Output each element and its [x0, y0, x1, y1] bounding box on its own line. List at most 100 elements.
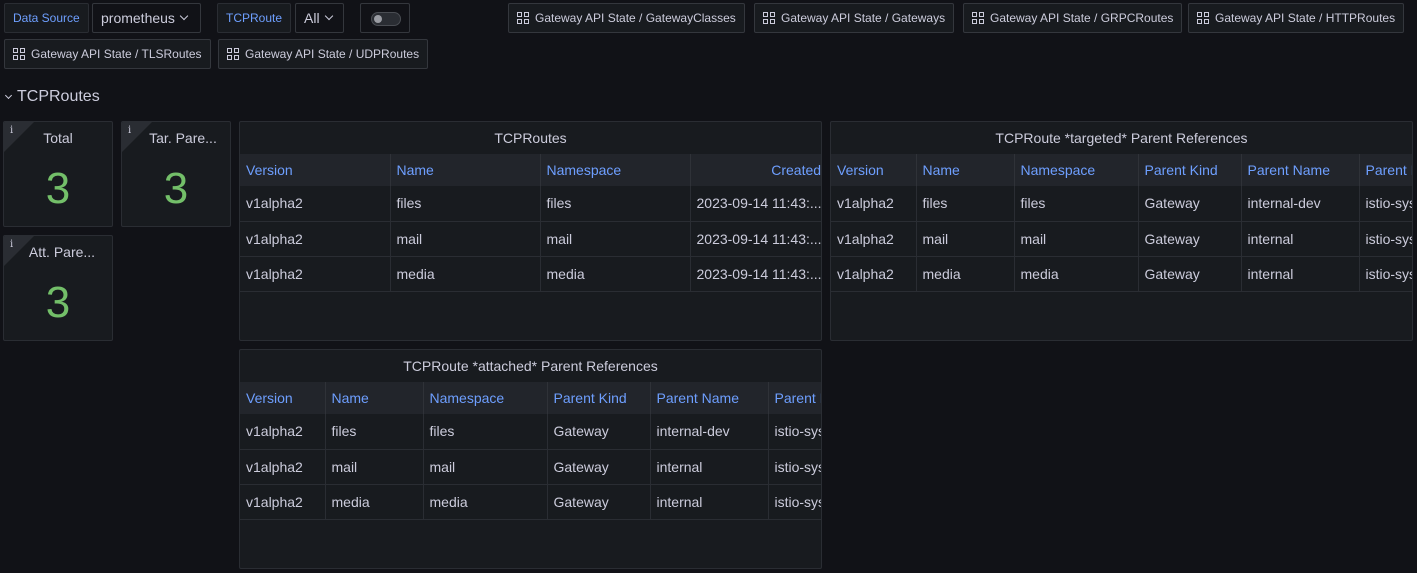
column-header[interactable]: Parent Name: [650, 382, 769, 414]
table-cell: v1alpha2: [831, 186, 917, 222]
link-grpcroutes[interactable]: Gateway API State / GRPCRoutes: [963, 3, 1183, 33]
tcproute-select[interactable]: All: [295, 3, 344, 33]
column-header[interactable]: Name: [390, 154, 541, 186]
table-cell: v1alpha2: [240, 484, 326, 520]
panel-tcproutes: TCPRoutes Version Name Namespace Created…: [239, 121, 822, 341]
stat-panel-targeted: i Tar. Pare... 3: [121, 121, 231, 227]
column-header[interactable]: Namespace: [1014, 154, 1139, 186]
stat-value: 3: [45, 164, 71, 213]
column-header[interactable]: Namespace: [540, 154, 691, 186]
column-header[interactable]: Version: [240, 382, 326, 414]
link-label: Gateway API State / GRPCRoutes: [990, 11, 1174, 25]
table-cell: istio-sys: [1359, 256, 1412, 292]
table-cell: istio-sys: [768, 414, 821, 450]
table-cell: Gateway: [547, 449, 651, 485]
link-label: Gateway API State / UDPRoutes: [245, 47, 420, 61]
link-gateways[interactable]: Gateway API State / Gateways: [754, 3, 955, 33]
table-header-row: Version Name Namespace Created A: [240, 154, 821, 186]
panel-attached-parent-refs: TCPRoute *attached* Parent References Ve…: [239, 349, 822, 569]
dashboard-grid-icon: [517, 12, 529, 24]
column-header[interactable]: Namespace: [423, 382, 548, 414]
column-header[interactable]: Name: [916, 154, 1015, 186]
stat-panel-attached: i Att. Pare... 3: [3, 235, 113, 341]
column-header[interactable]: Parent Name: [1241, 154, 1360, 186]
toggle-knob: [374, 15, 382, 23]
table-cell: files: [1014, 186, 1139, 222]
table-cell: mail: [540, 221, 691, 257]
column-header[interactable]: Parent Kind: [1138, 154, 1242, 186]
link-tlsroutes[interactable]: Gateway API State / TLSRoutes: [4, 39, 211, 69]
table-row: v1alpha2 files files Gateway internal-de…: [831, 186, 1412, 222]
table-cell: Gateway: [1138, 186, 1242, 222]
panel-targeted-parent-refs: TCPRoute *targeted* Parent References Ve…: [830, 121, 1413, 341]
dashboard-grid-icon: [13, 48, 25, 60]
panel-title: TCPRoute *attached* Parent References: [403, 358, 658, 374]
table-cell: 2023-09-14 11:43:...: [690, 221, 821, 257]
table-cell: istio-sys: [1359, 221, 1412, 257]
table-cell: media: [1014, 256, 1139, 292]
dashboard-grid-icon: [972, 12, 984, 24]
chevron-down-icon: [179, 11, 189, 21]
table-cell: mail: [325, 449, 424, 485]
table-cell: internal-dev: [1241, 186, 1360, 222]
column-header[interactable]: Parent Kind: [547, 382, 651, 414]
dashboard-grid-icon: [1197, 12, 1209, 24]
table-cell: v1alpha2: [240, 256, 391, 292]
column-header[interactable]: Parent I: [768, 382, 821, 414]
info-icon[interactable]: i: [10, 239, 13, 250]
table-cell: internal-dev: [650, 414, 769, 450]
row-header[interactable]: TCPRoutes: [4, 88, 100, 106]
tcproute-label: TCPRoute: [217, 3, 292, 33]
table-cell: files: [540, 186, 691, 222]
table-cell: internal: [1241, 221, 1360, 257]
column-header[interactable]: Parent I: [1359, 154, 1412, 186]
table-cell: media: [540, 256, 691, 292]
table-header-row: Version Name Namespace Parent Kind Paren…: [831, 154, 1412, 186]
datasource-label: Data Source: [4, 3, 89, 33]
datasource-value: prometheus: [101, 10, 175, 26]
toggle-switch[interactable]: [360, 3, 410, 33]
dashboard-grid-icon: [763, 12, 775, 24]
link-label: Gateway API State / TLSRoutes: [31, 47, 202, 61]
table-row: v1alpha2 media media Gateway internal is…: [240, 484, 821, 520]
table-cell: Gateway: [1138, 221, 1242, 257]
column-header[interactable]: Version: [240, 154, 391, 186]
table-cell: files: [325, 414, 424, 450]
link-udproutes[interactable]: Gateway API State / UDPRoutes: [218, 39, 429, 69]
info-icon[interactable]: i: [128, 125, 131, 136]
table-cell: internal: [1241, 256, 1360, 292]
column-header[interactable]: Version: [831, 154, 917, 186]
table-cell: internal: [650, 484, 769, 520]
table-cell: v1alpha2: [240, 449, 326, 485]
table-cell: v1alpha2: [831, 221, 917, 257]
dashboard-grid-icon: [227, 48, 239, 60]
table-cell: media: [325, 484, 424, 520]
table-cell: mail: [916, 221, 1015, 257]
link-label: Gateway API State / GatewayClasses: [535, 11, 736, 25]
tcproutes-table: Version Name Namespace Created A v1alpha…: [240, 154, 821, 292]
table-cell: Gateway: [1138, 256, 1242, 292]
panel-title: Att. Pare...: [28, 244, 96, 260]
table-cell: istio-sys: [768, 449, 821, 485]
stat-value: 3: [45, 278, 71, 327]
panel-title: TCPRoute *targeted* Parent References: [995, 130, 1248, 146]
table-cell: mail: [390, 221, 541, 257]
row-title: TCPRoutes: [17, 88, 100, 105]
link-httproutes[interactable]: Gateway API State / HTTPRoutes: [1188, 3, 1405, 33]
chevron-down-icon: [324, 11, 333, 21]
column-header[interactable]: Name: [325, 382, 424, 414]
link-gatewayclasses[interactable]: Gateway API State / GatewayClasses: [508, 3, 745, 33]
table-cell: istio-sys: [1359, 186, 1412, 222]
chevron-down-icon: [4, 91, 13, 100]
table-row: v1alpha2 media media Gateway internal is…: [831, 256, 1412, 292]
table-cell: files: [390, 186, 541, 222]
table-row: v1alpha2 mail mail 2023-09-14 11:43:...: [240, 221, 821, 257]
datasource-select[interactable]: prometheus: [92, 3, 201, 33]
panel-title: Tar. Pare...: [149, 130, 217, 146]
tcproute-value: All: [304, 10, 320, 26]
panel-title: TCPRoutes: [494, 130, 567, 146]
table-cell: media: [423, 484, 548, 520]
column-header[interactable]: Created A: [690, 154, 821, 186]
link-label: Gateway API State / Gateways: [781, 11, 946, 25]
table-cell: 2023-09-14 11:43:...: [690, 186, 821, 222]
